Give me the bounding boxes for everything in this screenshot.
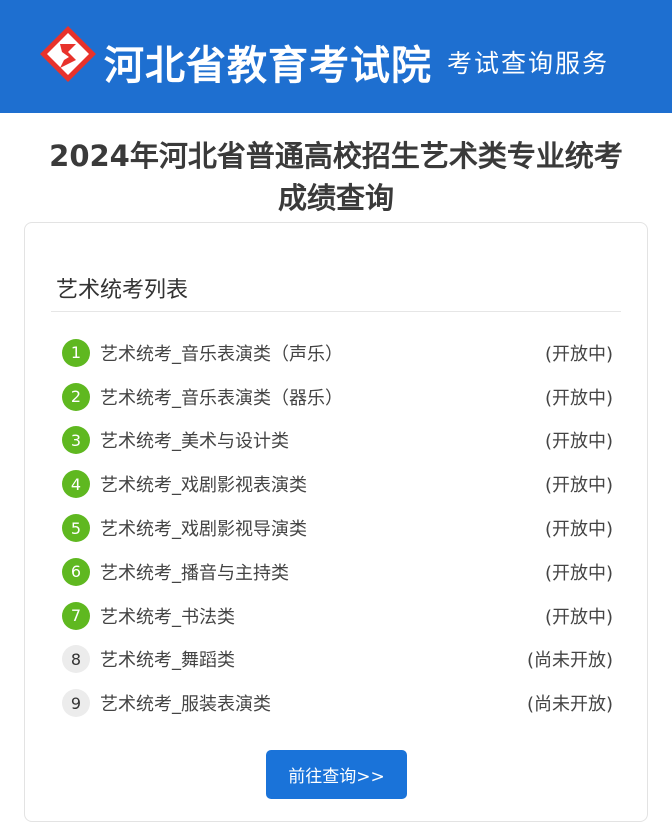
- status-badge: (开放中): [544, 343, 613, 365]
- list-item[interactable]: 3 艺术统考_美术与设计类 (开放中): [62, 419, 613, 463]
- status-badge: (开放中): [544, 606, 613, 628]
- site-name: 河北省教育考试院: [104, 43, 432, 89]
- query-button[interactable]: 前往查询>>: [266, 750, 407, 799]
- page-title: 2024年河北省普通高校招生艺术类专业统考成绩查询: [49, 139, 623, 215]
- exam-category-link[interactable]: 艺术统考_书法类: [100, 603, 545, 629]
- item-number-badge: 7: [62, 601, 90, 630]
- site-header: 河北省教育考试院 考试查询服务: [0, 0, 672, 113]
- list-item[interactable]: 5 艺术统考_戏剧影视导演类 (开放中): [62, 506, 613, 550]
- status-badge: (开放中): [544, 431, 613, 453]
- exam-category-link[interactable]: 艺术统考_服装表演类: [100, 690, 527, 716]
- exam-category-link[interactable]: 艺术统考_美术与设计类: [100, 427, 545, 453]
- item-number-badge: 6: [62, 557, 90, 586]
- status-badge: (尚未开放): [526, 694, 613, 716]
- divider: [51, 311, 621, 312]
- list-item[interactable]: 6 艺术统考_播音与主持类 (开放中): [62, 550, 613, 594]
- exam-category-link[interactable]: 艺术统考_音乐表演类（器乐）: [100, 384, 545, 410]
- exam-category-link[interactable]: 艺术统考_音乐表演类（声乐）: [100, 340, 545, 366]
- list-item[interactable]: 8 艺术统考_舞蹈类 (尚未开放): [62, 638, 613, 682]
- exam-list: 1 艺术统考_音乐表演类（声乐） (开放中) 2 艺术统考_音乐表演类（器乐） (开放中)…: [62, 331, 613, 725]
- item-number-badge: 4: [62, 470, 90, 499]
- status-badge: (开放中): [544, 519, 613, 541]
- status-badge: (开放中): [544, 475, 613, 497]
- list-item[interactable]: 1 艺术统考_音乐表演类（声乐） (开放中): [62, 331, 613, 375]
- exam-category-link[interactable]: 艺术统考_戏剧影视导演类: [100, 515, 545, 541]
- status-badge: (开放中): [544, 562, 613, 584]
- exam-list-card: 艺术统考列表 1 艺术统考_音乐表演类（声乐） (开放中) 2 艺术统考_音乐表演类（器…: [24, 222, 648, 822]
- item-number-badge: 2: [62, 382, 90, 411]
- item-number-badge: 9: [62, 689, 90, 718]
- exam-category-link[interactable]: 艺术统考_戏剧影视表演类: [100, 471, 545, 497]
- hebei-exam-logo-icon: [40, 26, 96, 82]
- item-number-badge: 3: [62, 426, 90, 455]
- list-item[interactable]: 4 艺术统考_戏剧影视表演类 (开放中): [62, 462, 613, 506]
- status-badge: (尚未开放): [526, 650, 613, 672]
- exam-category-link[interactable]: 艺术统考_舞蹈类: [100, 646, 527, 672]
- item-number-badge: 5: [62, 514, 90, 543]
- list-item[interactable]: 7 艺术统考_书法类 (开放中): [62, 594, 613, 638]
- card-title: 艺术统考列表: [56, 278, 189, 303]
- list-item[interactable]: 2 艺术统考_音乐表演类（器乐） (开放中): [62, 375, 613, 419]
- exam-category-link[interactable]: 艺术统考_播音与主持类: [100, 559, 545, 585]
- service-name: 考试查询服务: [447, 49, 610, 78]
- item-number-badge: 8: [62, 645, 90, 674]
- item-number-badge: 1: [62, 338, 90, 367]
- status-badge: (开放中): [544, 387, 613, 409]
- list-item[interactable]: 9 艺术统考_服装表演类 (尚未开放): [62, 681, 613, 725]
